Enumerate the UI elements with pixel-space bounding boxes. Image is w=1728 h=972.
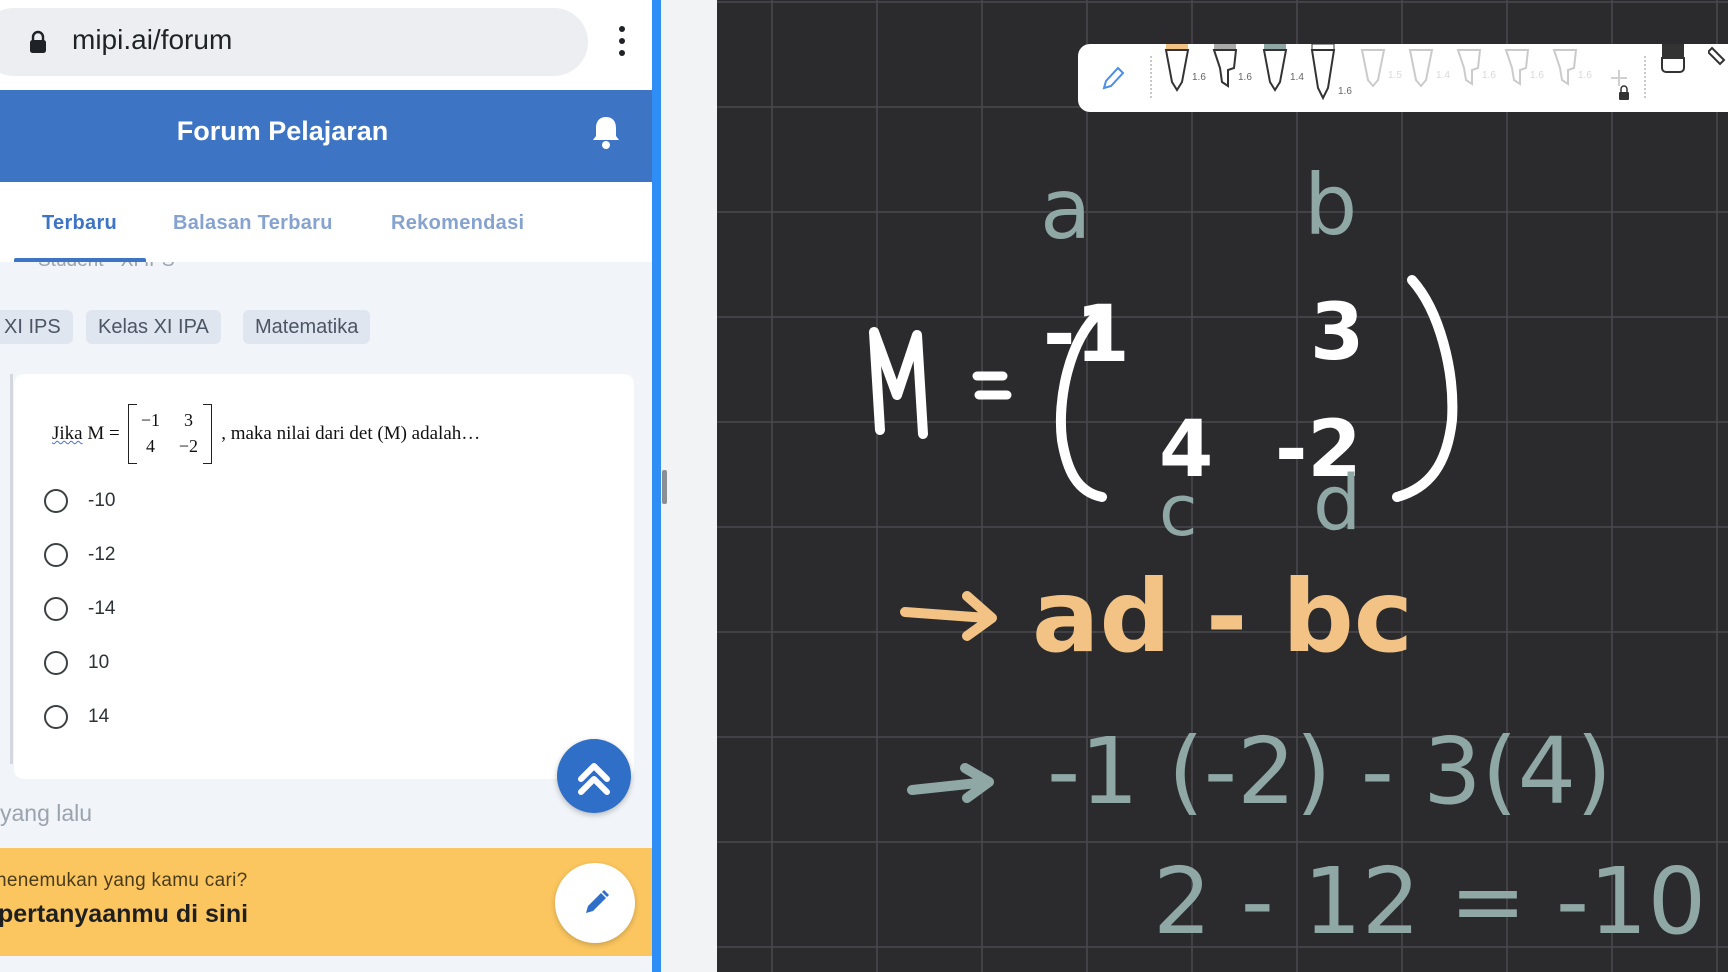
lock-icon <box>1619 92 1629 100</box>
tab-bar: Terbaru Balasan Terbaru Rekomendasi <box>0 182 652 263</box>
pen-tool[interactable]: 1.6 <box>1308 43 1352 110</box>
page-title: Forum Pelajaran <box>176 116 389 146</box>
ask-question-button[interactable] <box>555 863 635 943</box>
tab-terbaru[interactable]: Terbaru <box>42 212 117 235</box>
question-text: Jika M = −1 3 4 −2 , maka nilai dari det… <box>52 404 480 464</box>
handwriting-cell: 3 <box>1310 288 1365 378</box>
eraser-tool[interactable] <box>1658 44 1688 74</box>
radio-button[interactable] <box>44 705 68 729</box>
marker-tip-icon <box>1212 44 1238 88</box>
tab-rekomendasi[interactable]: Rekomendasi <box>391 212 524 235</box>
scroll-top-button[interactable] <box>557 739 631 813</box>
post-timestamp: yang lalu <box>0 800 93 826</box>
pen-size-label: 1.4 <box>1436 70 1450 81</box>
handwriting-label: c <box>1159 470 1198 552</box>
matrix-cell: 3 <box>183 410 193 430</box>
radio-button[interactable] <box>44 489 68 513</box>
split-divider <box>652 0 661 972</box>
handwriting-step2: 2 - 12 = -10 <box>1153 848 1707 955</box>
pen-tool[interactable]: 1.5 <box>1358 44 1402 110</box>
question-prefix: Jika <box>52 423 83 444</box>
pen-tool[interactable]: 1.6 <box>1210 44 1252 110</box>
double-chevron-up-icon <box>578 763 610 795</box>
pen-tool[interactable]: 1.4 <box>1406 44 1450 110</box>
eraser-icon <box>1661 44 1685 73</box>
matrix-bracket-right <box>203 404 213 464</box>
card-left-border <box>10 374 13 764</box>
app-header: Forum Pelajaran <box>0 90 652 182</box>
pen-size-label: 1.5 <box>1388 70 1402 81</box>
toolbar-separator <box>1150 56 1154 98</box>
marker-tip-icon <box>1504 49 1530 86</box>
matrix-name: M = <box>87 423 120 444</box>
author-meta: Student • XI IPS <box>38 262 175 272</box>
pen-size-label: 1.6 <box>1578 70 1592 81</box>
question-suffix: , maka nilai dari det (M) adalah… <box>221 423 481 444</box>
pen-size-label: 1.6 <box>1482 70 1496 81</box>
banner-subtitle: nenemukan yang kamu cari? <box>0 870 248 891</box>
split-drag-handle[interactable] <box>662 470 667 504</box>
option-label: -14 <box>88 598 116 619</box>
url-text[interactable]: mipi.ai/forum <box>72 24 232 56</box>
browser-address-bar: mipi.ai/forum <box>0 0 652 90</box>
pen-size-label: 1.4 <box>1290 72 1304 83</box>
highlighter-tip-icon <box>1552 49 1578 86</box>
matrix-M: −1 3 4 −2 <box>128 404 213 464</box>
pen-tool[interactable]: 1.6 <box>1162 44 1206 110</box>
radio-button[interactable] <box>44 543 68 567</box>
tag-chip[interactable]: Kelas XI IPA <box>86 310 221 344</box>
handwriting-label: b <box>1304 156 1358 254</box>
phone-screen: mipi.ai/forum Forum Pelajaran Terbaru Ba… <box>0 0 652 972</box>
plus-icon <box>1611 70 1629 100</box>
split-gutter <box>661 0 717 972</box>
pen-size-label: 1.6 <box>1338 86 1352 97</box>
handwriting-label: d <box>1313 458 1362 547</box>
handwriting-formula: ad - bc <box>1032 558 1414 675</box>
handwriting-cell: -1 <box>1043 290 1130 380</box>
radio-button[interactable] <box>44 597 68 621</box>
handwriting-step1: -1 (-2) - 3(4) <box>1047 718 1613 825</box>
matrix-cell: 4 <box>145 436 155 456</box>
lock-icon <box>30 30 46 53</box>
add-pen-button[interactable] <box>1606 64 1632 104</box>
notes-canvas[interactable]: a b -1 3 4 -2 c d ad - bc -1 (-2) - 3(4)… <box>717 0 1728 972</box>
pen-tip-icon <box>1360 49 1386 88</box>
lasso-tool[interactable] <box>1706 44 1728 74</box>
pen-size-label: 1.6 <box>1192 72 1206 83</box>
pen-tip-icon <box>1164 44 1190 92</box>
pencil-icon <box>586 890 609 913</box>
tag-chip[interactable]: XI IPS <box>0 310 73 344</box>
pen-toolbar: 1.6 1.6 1.4 1.6 1.5 1.4 1.6 1.6 1.6 <box>1078 43 1728 112</box>
option-label: 14 <box>88 706 110 727</box>
option-label: -10 <box>88 490 116 511</box>
toolbar-separator <box>1644 56 1648 98</box>
matrix-cell: −2 <box>178 436 199 456</box>
marker-tip-icon <box>1456 49 1482 86</box>
pen-size-label: 1.6 <box>1530 70 1544 81</box>
banner-title: pertanyaanmu di sini <box>0 900 249 928</box>
radio-button[interactable] <box>44 651 68 675</box>
bell-icon[interactable] <box>590 114 622 150</box>
more-vert-icon[interactable] <box>612 26 632 58</box>
matrix-cell: −1 <box>140 410 161 430</box>
option-label: -12 <box>88 544 116 565</box>
pencil-icon[interactable] <box>1100 64 1126 92</box>
pen-tool[interactable]: 1.6 <box>1550 44 1592 110</box>
pen-tip-icon <box>1262 44 1288 92</box>
handwriting-label: a <box>1040 160 1092 258</box>
pen-tool[interactable]: 1.6 <box>1454 44 1496 110</box>
tag-chip[interactable]: Matematika <box>243 310 371 344</box>
pen-tip-icon <box>1310 43 1336 101</box>
pen-tip-icon <box>1408 49 1434 88</box>
pen-tool[interactable]: 1.6 <box>1502 44 1544 110</box>
pen-tool[interactable]: 1.4 <box>1260 44 1304 110</box>
tab-balasan-terbaru[interactable]: Balasan Terbaru <box>173 212 333 235</box>
lasso-icon <box>1706 46 1726 66</box>
option-label: 10 <box>88 652 110 673</box>
pen-size-label: 1.6 <box>1238 72 1252 83</box>
